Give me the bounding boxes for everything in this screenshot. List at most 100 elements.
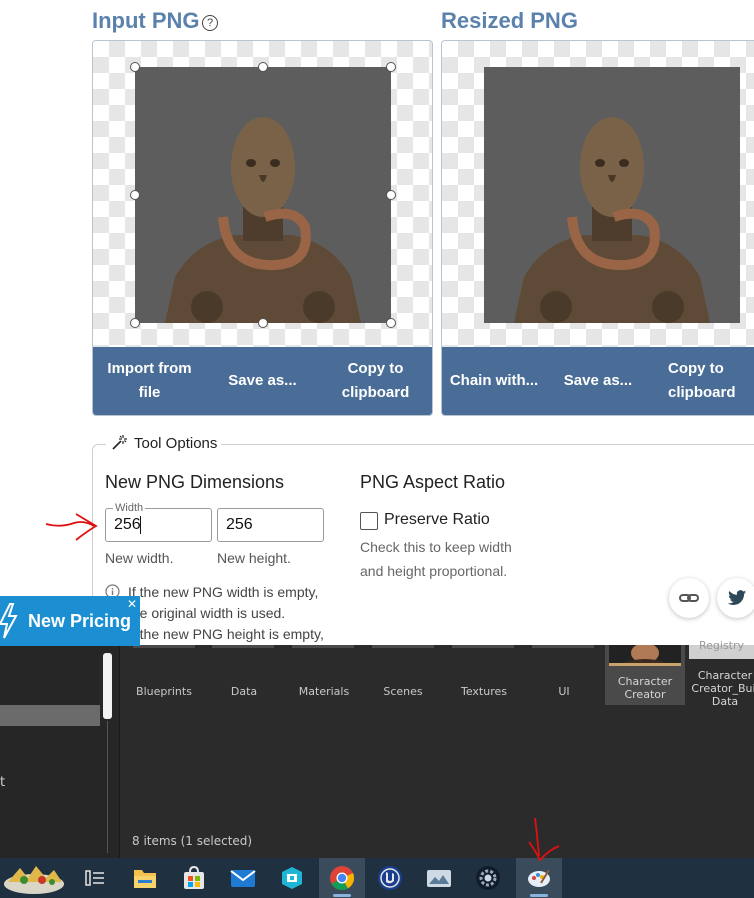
link-icon [679,594,699,602]
unreal-icon[interactable] [376,864,404,892]
resized-panel: Chain with... Save as... Copy to clipboa… [441,40,754,416]
chain-with-button[interactable]: Chain with... [442,369,546,393]
folder-ui[interactable]: UI [524,685,604,698]
folder-graphic [134,870,156,888]
mannequin-image-icon [484,67,740,323]
red-arrow-down-annotation-icon [528,817,560,862]
width-empty-info: If the new PNG width is empty, [128,584,319,600]
height-field[interactable] [217,508,324,542]
resize-handle-r[interactable] [386,190,396,200]
paint-icon[interactable] [525,864,553,892]
paint-active-indicator [530,894,548,897]
photos-icon[interactable] [425,864,453,892]
paint-graphic [528,869,550,887]
width-empty-info-2: the original width is used. [128,605,286,621]
resize-handle-b[interactable] [258,318,268,328]
new-pricing-label: New Pricing [28,611,132,631]
button-label: clipboard [668,384,736,401]
share-link-button[interactable] [669,578,709,618]
sidebar-scroll-track [107,721,108,853]
unreal-graphic [378,866,402,890]
button-label: file [138,384,161,401]
resized-copy-to-clipboard-button[interactable]: Copy to clipboard [650,357,754,405]
asset-label-line: Creator_Buil [691,682,754,695]
folder-textures[interactable]: Textures [444,685,524,698]
task-view-icon[interactable] [81,864,109,892]
resize-handle-tr[interactable] [386,62,396,72]
share-twitter-button[interactable] [717,578,754,618]
sidebar-scrollbar[interactable] [103,653,112,719]
aspect-ratio-heading: PNG Aspect Ratio [360,472,506,492]
asset-tile-character-creator-build-data[interactable]: Character Creator_Buil Data [689,669,754,708]
button-label: Copy to [347,360,404,377]
button-label: Chain with... [449,372,539,389]
button-label: Copy to [668,360,724,377]
dimensions-heading: New PNG Dimensions [105,472,285,492]
folder-tab [532,645,594,648]
resize-handle-br[interactable] [386,318,396,328]
width-hint: New width. [105,550,174,566]
text-cursor [140,516,141,534]
asset-label-line: Character [697,669,753,682]
preserve-ratio-label[interactable]: Preserve Ratio [384,511,490,529]
vpn-icon[interactable] [278,864,306,892]
folder-scenes[interactable]: Scenes [363,685,443,698]
button-label: clipboard [341,384,410,401]
store-icon[interactable] [180,864,208,892]
folder-tab [133,645,195,648]
input-save-as-button[interactable]: Save as... [206,369,319,393]
registry-partial-text: Registry [699,639,745,652]
sidebar-selected-item[interactable] [0,705,100,726]
mail-icon[interactable] [229,864,257,892]
mannequin-image-icon [135,67,391,323]
resized-save-as-button[interactable]: Save as... [546,369,650,393]
asset-label-line: Character [617,675,673,688]
input-image[interactable] [135,67,391,323]
mail-graphic [230,870,256,887]
height-hint: New height. [217,550,291,566]
content-browser-sidebar: t [0,645,120,858]
magic-wand-icon [112,435,127,450]
width-legend: Width [113,501,146,515]
twitter-icon [727,590,747,605]
folder-data[interactable]: Data [204,685,284,698]
file-explorer-icon[interactable] [131,864,159,892]
resize-handle-t[interactable] [258,62,268,72]
asset-label-line: Creator [624,688,666,701]
asset-label: Character Creator [605,675,685,701]
lightning-icon [0,603,18,639]
folder-tab [372,645,434,648]
width-field[interactable]: Width [105,501,212,542]
content-browser: t Blueprints Data Materials Scenes Textu… [0,639,754,858]
resized-button-bar: Chain with... Save as... Copy to clipboa… [442,347,754,415]
items-count: 8 items (1 selected) [132,834,253,848]
registry-thumbnail[interactable]: Registry [689,639,754,659]
import-from-file-button[interactable]: Import from file [93,357,206,405]
asset-label-line: Data [711,695,739,708]
button-label: Save as... [228,372,297,389]
settings-gear-icon[interactable] [474,864,502,892]
help-icon[interactable]: ? [202,15,218,31]
widget-icon[interactable] [2,860,66,896]
button-label: Save as... [563,372,633,389]
asset-tile-character-creator[interactable]: Character Creator [605,643,685,705]
height-empty-info: If the new PNG height is empty, [128,626,324,642]
resize-handle-l[interactable] [130,190,140,200]
folder-tab [452,645,514,648]
close-icon[interactable]: ✕ [127,597,137,611]
height-input[interactable] [218,509,321,541]
chrome-icon[interactable] [328,864,356,892]
preserve-ratio-checkbox[interactable] [360,512,378,530]
input-copy-to-clipboard-button[interactable]: Copy to clipboard [319,357,432,405]
folder-blueprints[interactable]: Blueprints [124,685,204,698]
new-pricing-banner[interactable]: New Pricing ✕ [0,596,140,646]
folder-materials[interactable]: Materials [284,685,364,698]
taskbar [0,858,754,898]
widget-graphic [4,866,64,894]
tool-options-title: Tool Options [134,434,218,452]
vpn-graphic [282,867,302,889]
resize-handle-bl[interactable] [130,318,140,328]
store-graphic [184,866,204,889]
resize-handle-tl[interactable] [130,62,140,72]
resized-image [484,67,740,323]
